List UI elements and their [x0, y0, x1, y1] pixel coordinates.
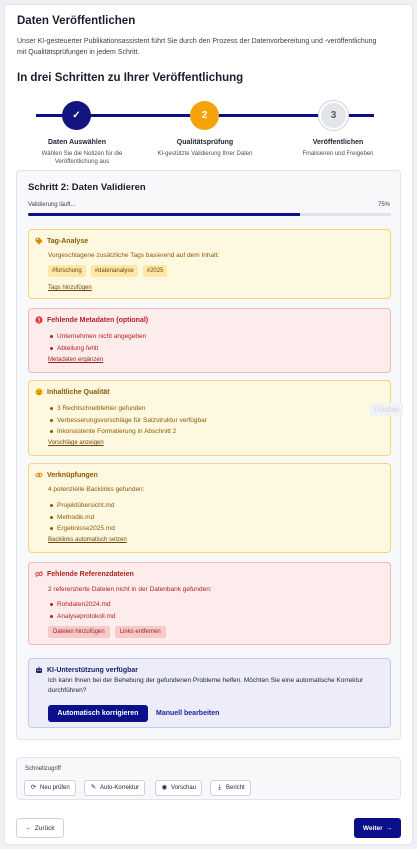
step-3-desc: Finalisieren und Freigeben [302, 151, 374, 157]
progress-percent: 75% [377, 202, 390, 208]
step-3-circle: 3 [319, 101, 348, 130]
step-1-label: Daten Auswählen [47, 139, 107, 146]
ai-support-text: Ich kann Ihnen bei der Behebung der gefu… [48, 677, 364, 694]
suggested-tag[interactable]: #forschung [48, 265, 86, 277]
links-title: Verknüpfungen [47, 471, 98, 479]
link-icon [35, 471, 43, 479]
quality-title: Inhaltliche Qualität [47, 388, 110, 396]
progress-bar [28, 213, 391, 216]
list-item: Ergebnisse2025.md [50, 523, 115, 535]
ai-support-box: KI-Unterstützung verfügbar Ich kann Ihne… [28, 658, 391, 728]
backlinks-list: Projektübersicht.md Methodik.md Ergebnis… [50, 500, 115, 535]
pencil-icon: ✎ [90, 784, 97, 791]
auto-correct-button[interactable]: Automatisch korrigieren [48, 705, 148, 722]
references-box: Fehlende Referenzdateien 2 referenzierte… [28, 562, 391, 645]
suggested-tag[interactable]: #2025 [142, 265, 168, 277]
progress-label: Validierung läuft... [28, 202, 76, 208]
step-2-circle: 2 [190, 101, 219, 130]
manual-edit-button[interactable]: Manuell bearbeiten [156, 710, 219, 717]
validation-title: Schritt 2: Daten Validieren [28, 182, 146, 193]
tag-icon [35, 237, 43, 245]
tag-analysis-title: Tag-Analyse [47, 237, 89, 245]
list-item: Projektübersicht.md [50, 500, 115, 512]
references-title: Fehlende Referenzdateien [47, 570, 134, 578]
list-item: Abteilung fehlt [49, 343, 146, 355]
metadata-title: Fehlende Metadaten (optional) [47, 316, 149, 324]
tag-analysis-text: Vorgeschlagene zusätzliche Tags basieren… [48, 252, 220, 259]
metadata-box: Fehlende Metadaten (optional) Unternehme… [28, 308, 391, 373]
tag-analysis-box: Tag-Analyse Vorgeschlagene zusätzliche T… [28, 229, 391, 299]
list-item: Rohdaten2024.md [50, 599, 116, 611]
report-label: Bericht [226, 785, 245, 791]
suggested-tag[interactable]: #datenanalyse [90, 265, 138, 277]
page-title: Daten Veröffentlichen [17, 15, 136, 27]
broken-link-icon [35, 570, 43, 578]
report-button[interactable]: ⤓ Bericht [210, 780, 251, 796]
references-text: 2 referenzierte Dateien nicht in der Dat… [48, 586, 212, 593]
list-item: Methodik.md [50, 512, 115, 524]
add-files-button[interactable]: Dateien hinzufügen [48, 626, 110, 638]
next-label: Weiter [362, 824, 383, 832]
quality-list: 3 Rechtschreibfehler gefunden Verbesseru… [50, 403, 207, 438]
list-item: 3 Rechtschreibfehler gefunden [50, 403, 207, 415]
add-tags-link[interactable]: Tags hinzufügen [48, 285, 92, 291]
remove-links-button[interactable]: Links entfernen [114, 626, 166, 638]
missing-files-list: Rohdaten2024.md Analyseprotokoll.md [50, 599, 116, 623]
show-suggestions-link[interactable]: Vorschläge anzeigen [48, 440, 104, 446]
quality-box: Inhaltliche Qualität 3 Rechtschreibfehle… [28, 380, 391, 456]
step-1-done-icon: ✓ [62, 101, 91, 130]
progress-bar-fill [28, 213, 301, 216]
arrow-left-icon: ← [25, 824, 32, 832]
step-3-label: Veröffentlichen [312, 139, 364, 146]
next-button[interactable]: Weiter → [354, 818, 401, 838]
step-2-desc: KI-gestützte Validierung Ihrer Daten [157, 151, 253, 157]
links-text: 4 potenzielle Backlinks gefunden: [48, 486, 145, 493]
auto-correct-quick-button[interactable]: ✎ Auto-Korrektur [84, 780, 146, 796]
refresh-icon: ⟳ [30, 784, 37, 791]
list-item: Analyseprotokoll.md [50, 611, 116, 623]
download-icon: ⤓ [218, 784, 221, 791]
auto-correct-label: Auto-Korrektur [100, 785, 140, 791]
validation-card: Schritt 2: Daten Validieren Validierung … [16, 170, 401, 740]
eye-icon: ◉ [161, 784, 168, 791]
quick-access-title: Schnellzugriff [25, 766, 61, 772]
set-backlinks-link[interactable]: Backlinks automatisch setzen [48, 537, 127, 543]
step-1-desc: Wählen Sie die Notizen für die Veröffent… [41, 151, 123, 165]
back-button[interactable]: ← Zurück [16, 818, 64, 838]
overlay-label: Double [370, 403, 404, 416]
alert-icon [35, 316, 43, 324]
metadata-list: Unternehmen nicht angegeben Abteilung fe… [49, 331, 146, 355]
add-metadata-link[interactable]: Metadaten ergänzen [48, 357, 103, 363]
list-item: Inkonsistente Formatierung in Abschnitt … [50, 426, 207, 438]
face-icon [35, 388, 43, 396]
ai-support-title: KI-Unterstützung verfügbar [47, 666, 138, 674]
preview-button[interactable]: ◉ Vorschau [155, 780, 203, 796]
links-box: Verknüpfungen 4 potenzielle Backlinks ge… [28, 463, 391, 553]
preview-label: Vorschau [171, 785, 197, 791]
robot-icon [35, 666, 43, 674]
arrow-right-icon: → [385, 824, 393, 832]
back-label: Zurück [34, 824, 55, 832]
list-item: Unternehmen nicht angegeben [49, 331, 146, 343]
recheck-label: Neu prüfen [40, 785, 70, 791]
quick-access: Schnellzugriff ⟳ Neu prüfen ✎ Auto-Korre… [16, 757, 401, 800]
step-2-label: Qualitätsprüfung [176, 139, 234, 146]
steps-title: In drei Schritten zu Ihrer Veröffentlich… [17, 72, 244, 84]
recheck-button[interactable]: ⟳ Neu prüfen [24, 780, 76, 796]
list-item: Verbesserungsvorschläge für Satzstruktur… [50, 415, 207, 427]
intro-text: Unser KI-gesteuerter Publikationsassiste… [17, 38, 377, 56]
